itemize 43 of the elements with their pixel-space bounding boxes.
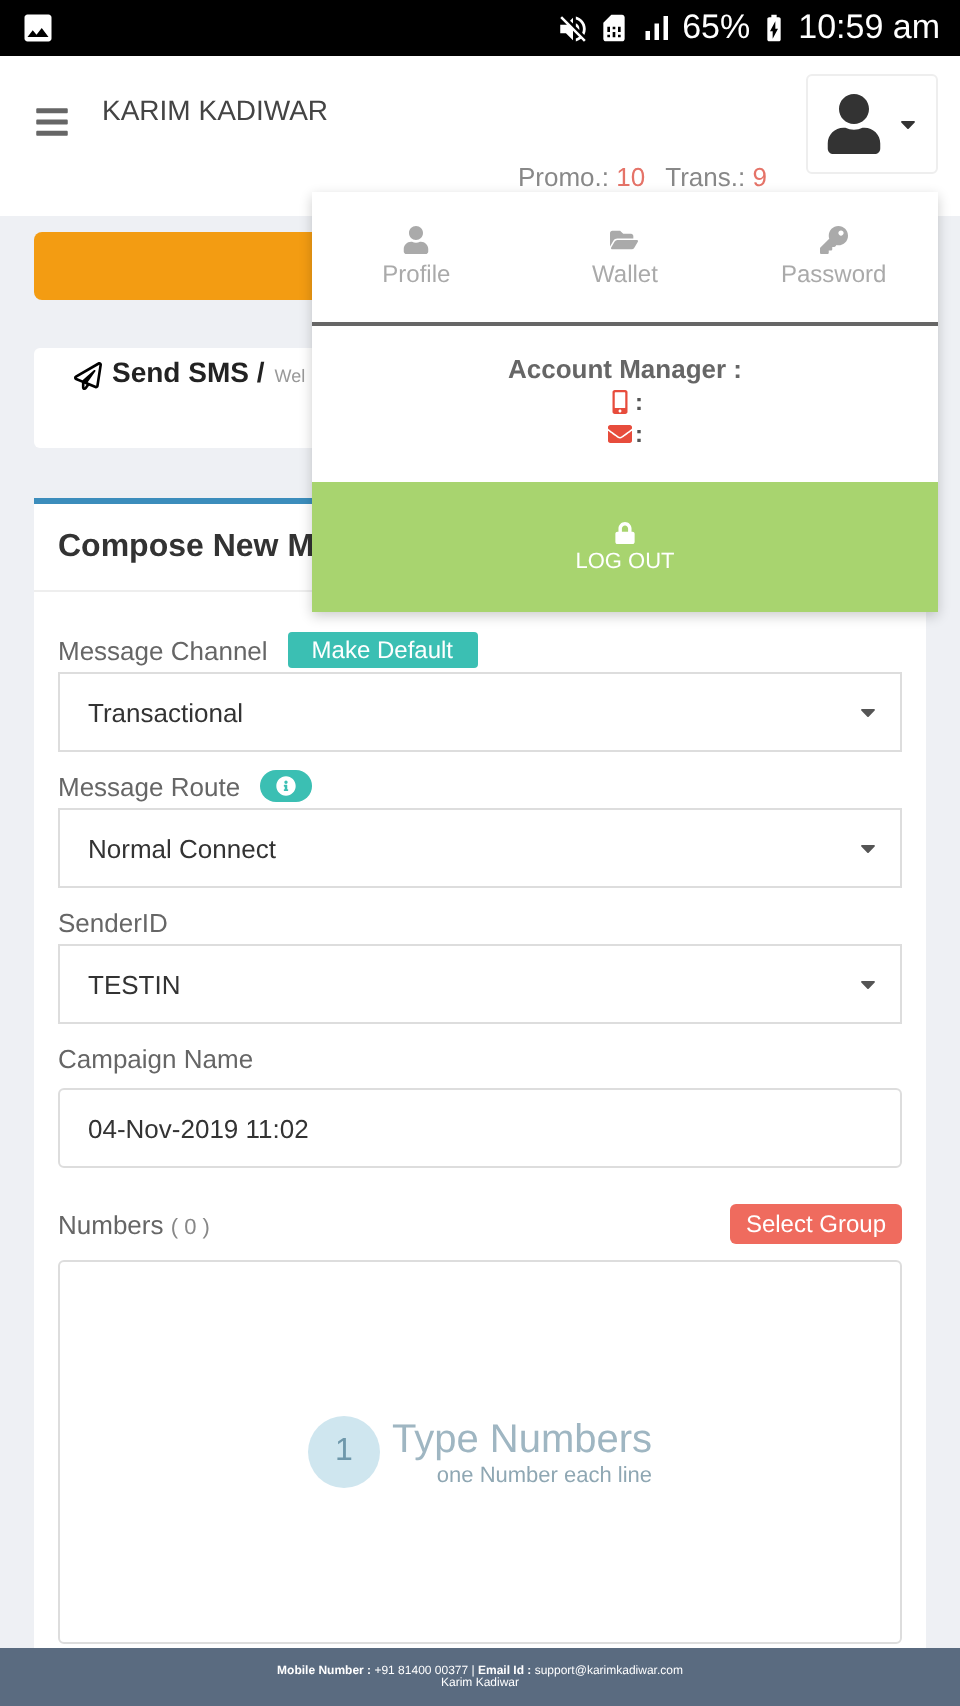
contact-value: :	[635, 420, 643, 448]
step-number: 1	[307, 1416, 380, 1488]
select-field[interactable]: Transactional	[58, 672, 902, 752]
card-title: Compose New M	[58, 529, 315, 565]
mute-icon	[556, 11, 591, 45]
numbers-field[interactable]: 1 Type Numbers one Number each line	[58, 1260, 902, 1644]
image-icon	[20, 10, 56, 46]
user-icon	[402, 226, 431, 254]
menu-tab[interactable]: Profile	[312, 192, 521, 322]
credit-balance: Promo.: 10	[518, 162, 646, 192]
battery-level: 65%	[682, 8, 751, 48]
folder-icon	[610, 226, 639, 254]
manager-title: Account Manager :	[507, 354, 742, 384]
logout-button[interactable]: LOG OUT	[312, 482, 938, 612]
menu-icon[interactable]	[34, 104, 70, 140]
account-button[interactable]	[806, 74, 938, 174]
hint-title: Type Numbers	[391, 1417, 653, 1463]
phone-icon	[607, 390, 631, 414]
select-field[interactable]: TESTIN	[58, 944, 902, 1024]
select-field[interactable]: Normal Connect	[58, 808, 902, 888]
field-label: Numbers ( 0 )	[58, 1209, 210, 1239]
field-label: SenderID	[58, 907, 168, 937]
page-title: Send SMS /	[112, 356, 265, 388]
key-icon	[819, 226, 848, 254]
avatar-icon	[824, 94, 884, 154]
page-subtitle: Wel	[274, 366, 306, 386]
sim-icon	[598, 12, 631, 44]
menu-tab[interactable]: Wallet	[520, 192, 730, 322]
input-field[interactable]: 04-Nov-2019 11:02	[58, 1088, 902, 1168]
clock: 10:59 am	[798, 8, 940, 48]
menu-tab[interactable]: Password	[729, 192, 938, 322]
field-label: Message Route	[58, 771, 241, 801]
contact-value: :	[635, 388, 643, 416]
mail-icon	[607, 422, 631, 446]
hint-text: one Number each line	[436, 1463, 653, 1487]
select-group-button[interactable]: Select Group	[729, 1204, 902, 1244]
field-label: Campaign Name	[58, 1043, 254, 1073]
make-default-button[interactable]: Make Default	[287, 632, 477, 668]
credit-balance: Trans.: 9	[665, 162, 767, 192]
send-icon	[74, 362, 102, 390]
field-label: Message Channel	[58, 635, 268, 665]
user-name: KARIM KADIWAR	[102, 94, 329, 126]
lock-icon	[614, 521, 636, 543]
